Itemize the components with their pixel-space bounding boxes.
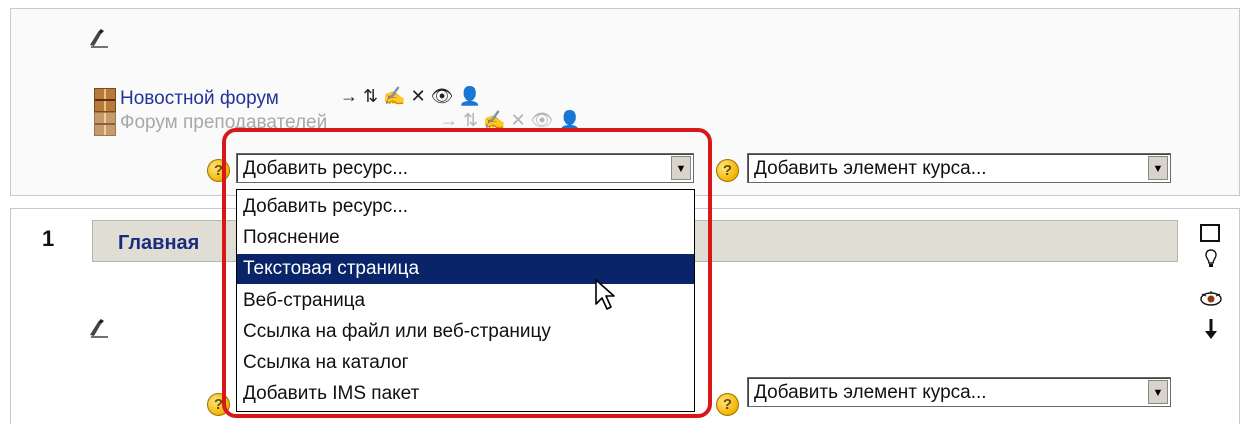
delete-icon: ✕ bbox=[510, 110, 526, 130]
eye-icon: 👁 bbox=[530, 110, 554, 130]
forum-news-controls[interactable]: → ⇅ ✍ ✕ 👁 👤 bbox=[340, 86, 481, 107]
move-right-icon: → bbox=[440, 110, 458, 130]
eye-icon: 👁 bbox=[430, 86, 454, 106]
delete-icon: ✕ bbox=[410, 86, 426, 106]
highlight-annotation bbox=[222, 128, 712, 418]
help-icon[interactable]: ? bbox=[716, 159, 739, 182]
move-updown-icon: ⇅ bbox=[363, 86, 379, 106]
add-activity-select-value: Добавить элемент курса... bbox=[754, 158, 987, 179]
help-icon[interactable]: ? bbox=[716, 393, 739, 416]
edit-icon[interactable] bbox=[88, 318, 110, 338]
section-title[interactable]: Главная bbox=[118, 232, 199, 255]
chevron-down-icon[interactable]: ▼ bbox=[1148, 156, 1168, 180]
move-right-icon: → bbox=[340, 86, 358, 106]
cursor-icon bbox=[595, 279, 615, 310]
user-icon: 👤 bbox=[458, 86, 481, 106]
section-number: 1 bbox=[42, 226, 55, 251]
eye-icon[interactable] bbox=[1200, 290, 1222, 308]
square-icon[interactable] bbox=[1200, 224, 1220, 242]
add-activity-select-value: Добавить элемент курса... bbox=[754, 382, 987, 403]
chevron-down-icon[interactable]: ▼ bbox=[1148, 380, 1168, 404]
arrow-down-icon[interactable] bbox=[1204, 318, 1218, 340]
lightbulb-icon[interactable] bbox=[1203, 248, 1219, 272]
add-activity-select[interactable]: Добавить элемент курса... ▼ bbox=[747, 153, 1171, 183]
forum-icon bbox=[94, 88, 116, 112]
edit-icon[interactable] bbox=[88, 28, 110, 48]
edit-icon: ✍ bbox=[383, 86, 406, 106]
move-updown-icon: ⇅ bbox=[463, 110, 479, 130]
forum-link-news[interactable]: Новостной форум bbox=[120, 88, 279, 110]
forum-icon bbox=[94, 112, 116, 136]
user-icon: 👤 bbox=[558, 110, 581, 130]
edit-icon: ✍ bbox=[483, 110, 506, 130]
add-activity-select-section-1[interactable]: Добавить элемент курса... ▼ bbox=[747, 377, 1171, 407]
